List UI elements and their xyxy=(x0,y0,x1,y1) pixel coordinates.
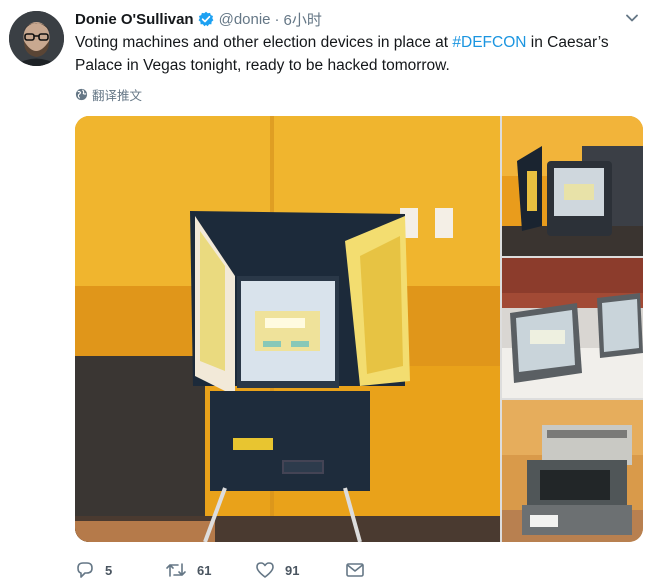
like-count: 91 xyxy=(285,562,300,578)
chevron-down-icon[interactable] xyxy=(624,10,640,26)
retweet-icon xyxy=(166,563,186,577)
heart-icon xyxy=(256,562,274,578)
photo-voting-booth[interactable] xyxy=(75,116,500,542)
retweet-count: 61 xyxy=(197,562,212,578)
tweet-text-part: Voting machines and other election devic… xyxy=(75,34,453,51)
globe-icon xyxy=(75,88,88,101)
photo-ballot-scanner[interactable] xyxy=(502,400,643,542)
hashtag-link[interactable]: #DEFCON xyxy=(452,34,526,51)
translate-label: 翻译推文 xyxy=(92,89,143,103)
media-grid[interactable] xyxy=(75,116,643,542)
reply-button[interactable]: 5 xyxy=(75,558,112,582)
timestamp[interactable]: 6小时 xyxy=(284,9,322,30)
avatar[interactable] xyxy=(9,11,64,66)
tweet-text: Voting machines and other election devic… xyxy=(75,31,635,77)
separator: · xyxy=(274,10,280,28)
like-button[interactable]: 91 xyxy=(255,558,299,582)
tweet-header: Donie O'Sullivan @donie · 6小时 xyxy=(75,8,322,30)
photo-voting-machine[interactable] xyxy=(502,116,643,256)
tweet[interactable]: Donie O'Sullivan @donie · 6小时 Voting mac… xyxy=(0,0,654,588)
author-handle[interactable]: @donie xyxy=(219,11,271,28)
translate-tweet-link[interactable]: 翻译推文 xyxy=(75,85,142,104)
envelope-icon xyxy=(346,563,364,577)
author-name[interactable]: Donie O'Sullivan xyxy=(75,11,194,28)
reply-icon xyxy=(77,562,93,578)
photo-tablet-devices[interactable] xyxy=(502,258,643,398)
reply-count: 5 xyxy=(105,562,113,578)
retweet-button[interactable]: 61 xyxy=(165,558,211,582)
verified-badge-icon xyxy=(198,11,214,27)
avatar-image xyxy=(9,11,64,66)
direct-message-button[interactable] xyxy=(345,558,365,582)
tweet-actions: 5 61 91 xyxy=(75,558,495,582)
